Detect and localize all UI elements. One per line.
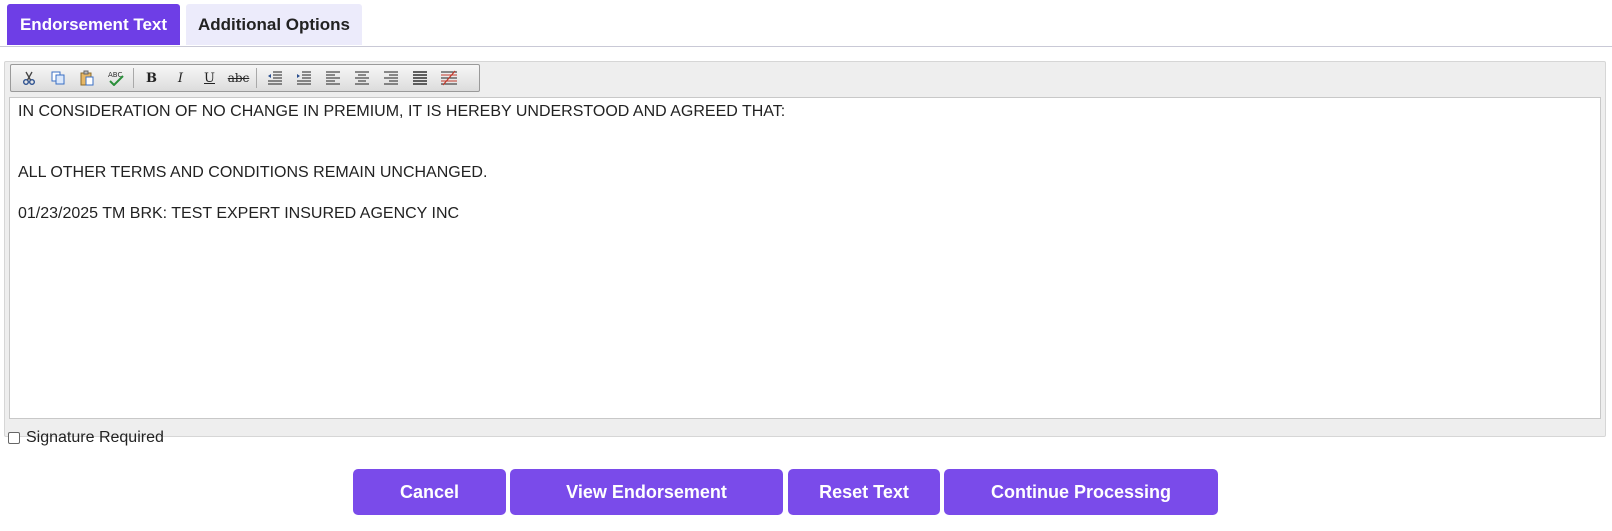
toolbar-separator (133, 68, 134, 88)
tab-bar: Endorsement Text Additional Options (0, 0, 1612, 47)
editor-toolbar: ABC B I U abc (10, 64, 480, 92)
align-left-icon[interactable] (321, 67, 344, 89)
editor-line (18, 183, 1592, 203)
cancel-button[interactable]: Cancel (353, 469, 506, 515)
editor-line: ALL OTHER TERMS AND CONDITIONS REMAIN UN… (18, 164, 488, 181)
indent-icon[interactable] (292, 67, 315, 89)
align-right-icon[interactable] (379, 67, 402, 89)
tab-additional-options[interactable]: Additional Options (186, 4, 362, 45)
signature-required-label: Signature Required (26, 429, 164, 446)
endorsement-text-area[interactable]: IN CONSIDERATION OF NO CHANGE IN PREMIUM… (9, 97, 1601, 419)
strikethrough-icon[interactable]: abc (227, 67, 250, 89)
tab-endorsement-text[interactable]: Endorsement Text (7, 4, 180, 45)
copy-icon[interactable] (46, 67, 69, 89)
paste-icon[interactable] (75, 67, 98, 89)
align-center-icon[interactable] (350, 67, 373, 89)
editor-line (18, 122, 1592, 142)
reset-text-button[interactable]: Reset Text (788, 469, 940, 515)
cut-icon[interactable] (17, 67, 40, 89)
editor-line: IN CONSIDERATION OF NO CHANGE IN PREMIUM… (18, 103, 786, 120)
toolbar-separator (256, 68, 257, 88)
insert-table-icon[interactable] (437, 67, 460, 89)
signature-required-option[interactable]: Signature Required (8, 429, 164, 447)
outdent-icon[interactable] (263, 67, 286, 89)
editor-line (18, 142, 1592, 162)
rich-text-editor: ABC B I U abc IN CONSIDERATION OF NO CHA… (4, 61, 1606, 437)
italic-icon[interactable]: I (169, 67, 192, 89)
signature-required-checkbox[interactable] (8, 432, 20, 444)
continue-processing-button[interactable]: Continue Processing (944, 469, 1218, 515)
justify-icon[interactable] (408, 67, 431, 89)
underline-icon[interactable]: U (198, 67, 221, 89)
bold-icon[interactable]: B (140, 67, 163, 89)
spellcheck-icon[interactable]: ABC (104, 67, 127, 89)
editor-line: 01/23/2025 TM BRK: TEST EXPERT INSURED A… (18, 205, 460, 222)
view-endorsement-button[interactable]: View Endorsement (510, 469, 783, 515)
